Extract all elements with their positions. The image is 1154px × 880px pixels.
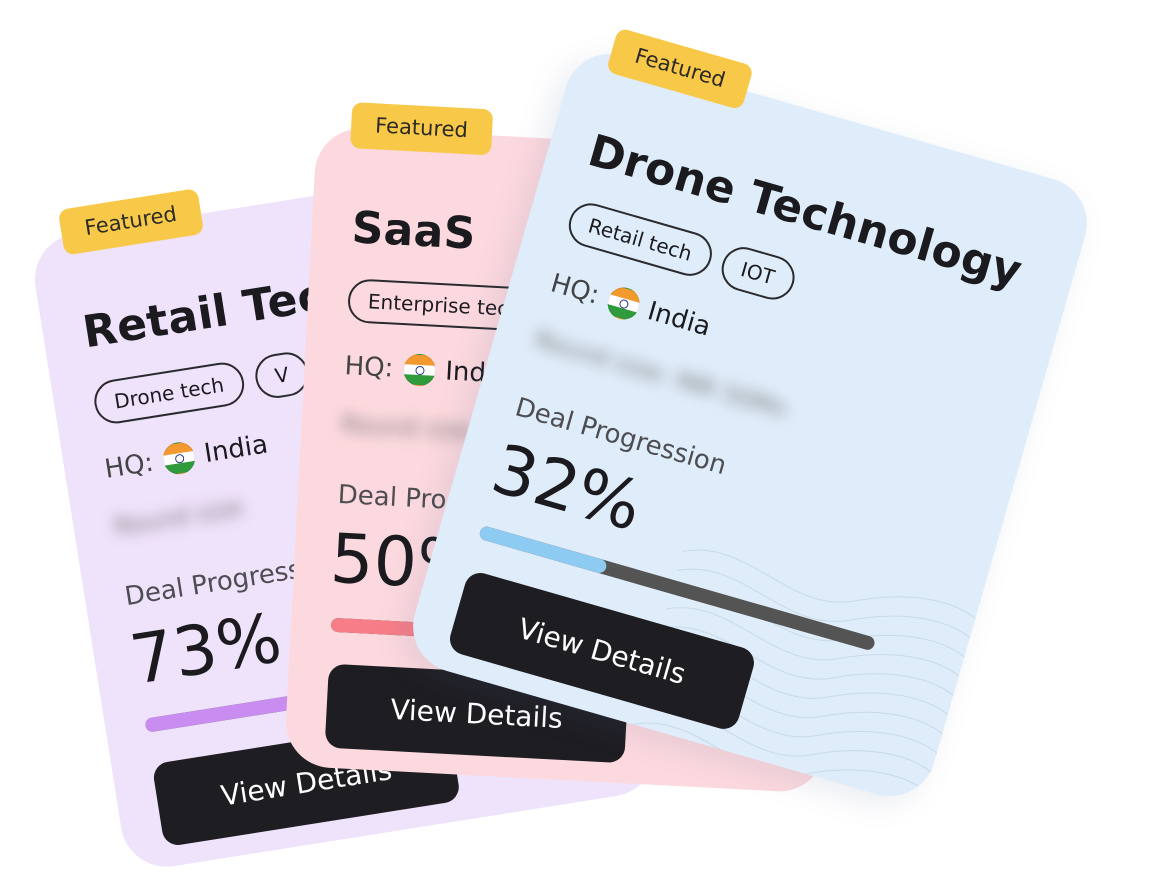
hq-country: India [202, 429, 270, 470]
blurred-round-info: Round size [111, 493, 245, 542]
blurred-round-info: Round size [340, 410, 473, 445]
hq-label: HQ: [343, 351, 395, 384]
tag-list: Drone tech V [91, 349, 312, 427]
india-flag-icon [402, 353, 437, 387]
card-title: Drone Technology [582, 125, 1028, 298]
tag-chip[interactable]: IOT [716, 241, 800, 305]
featured-badge: Featured [350, 102, 493, 156]
hq-info: HQ: India [103, 428, 271, 485]
tag-chip[interactable]: Retail tech [563, 198, 717, 281]
tag-chip[interactable]: Drone tech [91, 359, 247, 427]
card-title: SaaS [350, 202, 477, 260]
hq-label: HQ: [102, 447, 156, 485]
deal-progress-percent: 73% [125, 599, 287, 701]
hq-country: India [644, 296, 714, 343]
india-flag-icon [603, 283, 644, 324]
hq-info: HQ: India [547, 267, 714, 343]
india-flag-icon [160, 439, 198, 477]
hq-label: HQ: [547, 268, 603, 311]
